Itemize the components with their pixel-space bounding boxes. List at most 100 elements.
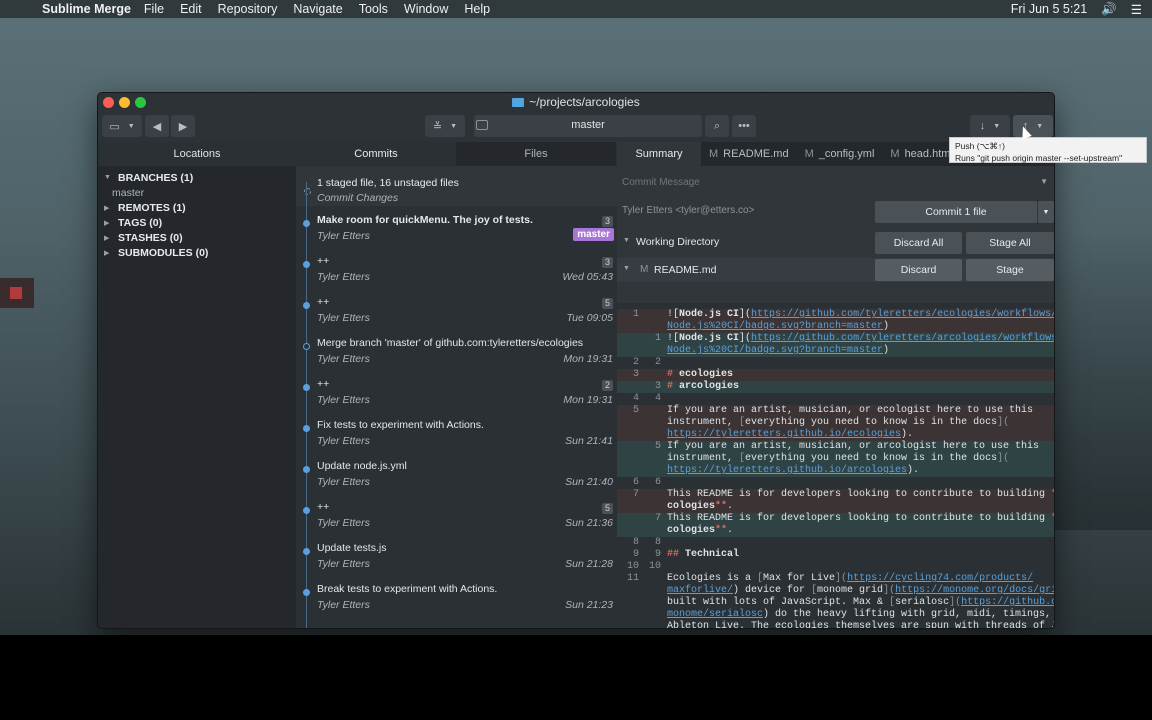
- file-name: README.md: [654, 264, 717, 276]
- diff-line-removed: 5 If you are an artist, musician, or ecol…: [617, 405, 1054, 417]
- stashes-section[interactable]: ▶ STASHES (0): [98, 230, 296, 245]
- chevron-down-icon: ▼: [993, 122, 1001, 130]
- diff-line-removed: cologies**.: [617, 501, 1054, 513]
- menu-bar: Sublime Merge File Edit Repository Navig…: [0, 0, 1152, 18]
- commit-node-icon: [303, 548, 310, 555]
- commit-row[interactable]: Merge branch 'master' of github.com:tyle…: [296, 329, 617, 370]
- menu-edit[interactable]: Edit: [180, 2, 202, 16]
- diff-line: 10 10: [627, 561, 662, 572]
- remotes-section[interactable]: ▶ REMOTES (1): [98, 200, 296, 215]
- triangle-down-icon: ▼: [623, 265, 630, 272]
- diff-line-removed: instrument, [everything you need to know…: [617, 417, 1054, 429]
- push-button[interactable]: ↑ ▼: [1013, 115, 1053, 137]
- menu-file[interactable]: File: [144, 2, 164, 16]
- menu-extras-icon[interactable]: ☰: [1131, 2, 1142, 17]
- commit-button[interactable]: Commit 1 file: [875, 201, 1037, 223]
- triangle-right-icon: ▶: [104, 249, 110, 257]
- chevron-down-icon: ▼: [450, 122, 458, 130]
- commit-file-count: 2: [602, 380, 613, 391]
- stash-button[interactable]: ≚ ▼: [425, 115, 465, 137]
- commit-message-dropdown-icon[interactable]: ▼: [1040, 177, 1048, 186]
- commit-row[interactable]: Make room for quickMenu. The joy of test…: [296, 206, 617, 247]
- commit-author: Tyler Etters: [317, 312, 370, 324]
- tab-files[interactable]: Files: [456, 142, 616, 166]
- commit-author: Tyler Etters: [317, 435, 370, 447]
- search-button[interactable]: ⌕: [705, 115, 729, 137]
- tooltip-description: Runs "git push origin master --set-upstr…: [955, 153, 1123, 163]
- commit-changes-label: Commit Changes: [317, 192, 399, 204]
- push-tooltip: Push (⌥⌘↑) Runs "git push origin master …: [949, 137, 1147, 163]
- menu-repository[interactable]: Repository: [218, 2, 278, 16]
- diff-line: 88: [632, 537, 661, 548]
- more-options-button[interactable]: •••: [732, 115, 756, 137]
- ellipsis-icon: •••: [738, 120, 750, 132]
- toggle-sidebar-button[interactable]: ▭ ▼: [102, 115, 142, 137]
- triangle-right-icon: ▶: [104, 204, 110, 212]
- commit-row[interactable]: ++ Tyler Etters 2 Mon 19:31: [296, 370, 617, 411]
- diff-line-added: 3 # arcologies: [617, 381, 1054, 393]
- arrow-down-icon: ↓: [979, 120, 986, 132]
- branch-item-master[interactable]: master: [98, 185, 296, 200]
- commit-message-input[interactable]: Commit Message: [622, 177, 700, 188]
- commit-node-icon: [303, 589, 310, 596]
- tab-summary[interactable]: Summary: [617, 142, 701, 166]
- discard-button[interactable]: Discard: [875, 259, 962, 281]
- commit-author: Tyler Etters: [317, 558, 370, 570]
- menu-app-name[interactable]: Sublime Merge: [42, 2, 131, 16]
- diff-line-added: Node.js%20CI/badge.svg?branch=master): [617, 345, 1054, 357]
- staged-changes-row[interactable]: 1 staged file, 16 unstaged files Commit …: [296, 166, 617, 206]
- commit-row[interactable]: ++ Tyler Etters 5 Tue 09:05: [296, 288, 617, 329]
- commit-row[interactable]: Fix tests to experiment with Actions. Ty…: [296, 411, 617, 452]
- tags-section[interactable]: ▶ TAGS (0): [98, 215, 296, 230]
- commit-message: ++: [317, 501, 330, 513]
- commit-node-icon: [303, 466, 310, 473]
- clock[interactable]: Fri Jun 5 5:21: [1011, 2, 1087, 16]
- sublime-merge-window: ~/projects/arcologies ▭ ▼ ◀ ▶ ≚ ▼ master ⌕…: [97, 92, 1055, 629]
- tab-file-config[interactable]: M _config.yml: [797, 142, 883, 166]
- discard-all-button[interactable]: Discard All: [875, 232, 962, 254]
- commit-node-icon: [303, 384, 310, 391]
- chevron-down-icon: ▼: [1036, 122, 1044, 130]
- branches-section[interactable]: ▼ BRANCHES (1): [98, 170, 296, 185]
- diff-line: 11 Ecologies is a [Max for Live](https://…: [627, 573, 1034, 584]
- chevron-down-icon: ▼: [1042, 208, 1050, 216]
- modified-icon: M: [709, 148, 719, 160]
- stage-button[interactable]: Stage: [966, 259, 1054, 281]
- commit-file-count: 5: [602, 298, 613, 309]
- pull-button[interactable]: ↓ ▼: [970, 115, 1010, 137]
- summary-panel: Summary M README.md M _config.yml Mhead.ht…: [617, 142, 1054, 628]
- branch-selector[interactable]: master: [474, 115, 702, 137]
- diff-line-removed: Node.js%20CI/badge.svg?branch=master): [617, 321, 1054, 333]
- menu-navigate[interactable]: Navigate: [293, 2, 342, 16]
- commit-row[interactable]: Update tests.js Tyler Etters Sun 21:28: [296, 534, 617, 575]
- commit-author: Tyler Etters: [317, 353, 370, 365]
- commit-author: Tyler Etters: [317, 271, 370, 283]
- commit-date: Wed 05:43: [562, 271, 613, 283]
- menu-tools[interactable]: Tools: [359, 2, 388, 16]
- volume-icon[interactable]: 🔊: [1101, 2, 1117, 17]
- tab-file-readme[interactable]: M README.md: [701, 142, 797, 166]
- diff-line-added: cologies**.: [617, 525, 1054, 537]
- commit-node-icon: [303, 220, 310, 227]
- commit-row[interactable]: Update node.js.yml Tyler Etters Sun 21:4…: [296, 452, 617, 493]
- commit-message: Fix tests to experiment with Actions.: [317, 419, 484, 431]
- stash-icon: ≚: [432, 120, 443, 133]
- folder-icon: [512, 98, 525, 107]
- navigate-forward-button[interactable]: ▶: [171, 115, 195, 137]
- tab-commits[interactable]: Commits: [296, 142, 456, 166]
- navigate-back-button[interactable]: ◀: [145, 115, 169, 137]
- submodules-section[interactable]: ▶ SUBMODULES (0): [98, 245, 296, 260]
- commit-row[interactable]: Break tests to experiment with Actions. …: [296, 575, 617, 616]
- commit-row[interactable]: ++ Tyler Etters 3 Wed 05:43: [296, 247, 617, 288]
- diff-view: 1 ![Node.js CI](https://github.com/tylere…: [617, 303, 1054, 628]
- commit-date: Sun 21:36: [565, 517, 613, 529]
- desktop-icon[interactable]: [0, 278, 34, 308]
- commit-row[interactable]: ++ Tyler Etters 5 Sun 21:36: [296, 493, 617, 534]
- commit-options-button[interactable]: ▼: [1038, 201, 1054, 223]
- menu-window[interactable]: Window: [404, 2, 448, 16]
- branch-badge[interactable]: master: [573, 228, 614, 241]
- diff-line: 22: [632, 357, 661, 368]
- stage-all-button[interactable]: Stage All: [966, 232, 1054, 254]
- menu-help[interactable]: Help: [464, 2, 490, 16]
- locations-header: Locations: [98, 142, 296, 166]
